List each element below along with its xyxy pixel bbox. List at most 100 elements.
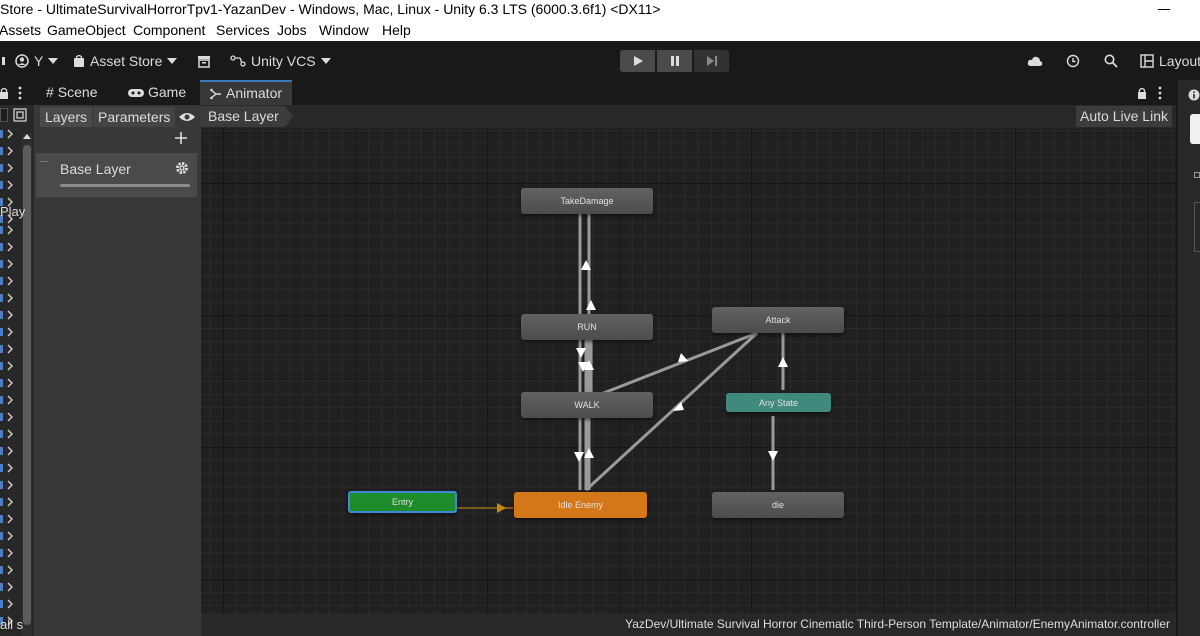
menu-services[interactable]: Services xyxy=(216,20,270,41)
package-icon[interactable] xyxy=(197,52,211,70)
inspector-field[interactable] xyxy=(1190,114,1200,144)
tab-layers[interactable]: Layers xyxy=(40,107,93,127)
hierarchy-row[interactable] xyxy=(0,561,16,578)
chevron-right-icon xyxy=(0,531,13,541)
chevron-right-icon xyxy=(0,599,13,609)
hierarchy-row[interactable] xyxy=(0,306,16,323)
chevron-right-icon xyxy=(0,344,13,354)
hierarchy-row[interactable] xyxy=(0,442,16,459)
hierarchy-row[interactable] xyxy=(0,176,16,193)
tab-scene[interactable]: # Scene xyxy=(36,80,108,105)
hierarchy-row[interactable] xyxy=(0,159,16,176)
hierarchy-row[interactable] xyxy=(0,272,16,289)
chevron-down-icon xyxy=(167,58,178,64)
hierarchy-row[interactable] xyxy=(0,357,16,374)
hierarchy-row[interactable] xyxy=(0,578,16,595)
hierarchy-row[interactable] xyxy=(0,221,16,238)
auto-live-link-button[interactable]: Auto Live Link xyxy=(1076,106,1172,127)
lock-icon[interactable] xyxy=(1138,86,1148,102)
search-field[interactable] xyxy=(0,108,8,122)
chevron-down-icon xyxy=(48,58,59,64)
chevron-right-icon xyxy=(0,463,13,473)
hierarchy-row[interactable] xyxy=(0,142,16,159)
hierarchy-row[interactable] xyxy=(0,459,16,476)
state-takedamage[interactable]: TakeDamage xyxy=(521,188,653,214)
more-options-icon[interactable] xyxy=(1158,86,1162,103)
chevron-right-icon xyxy=(0,293,13,303)
search-icon[interactable] xyxy=(1104,52,1118,70)
menu-gameobject[interactable]: GameObject xyxy=(47,20,126,41)
history-icon[interactable] xyxy=(1066,52,1080,70)
layers-panel: Layers Parameters Base Layer xyxy=(34,105,201,636)
layout-dropdown[interactable]: Layout xyxy=(1140,52,1200,70)
state-attack[interactable]: Attack xyxy=(712,307,844,333)
inspector-section xyxy=(1194,202,1200,252)
inspector-panel xyxy=(1176,80,1200,636)
menu-assets[interactable]: Assets xyxy=(0,20,41,41)
state-die[interactable]: die xyxy=(712,492,844,518)
menu-jobs[interactable]: Jobs xyxy=(277,20,307,41)
chevron-right-icon xyxy=(0,565,13,575)
transition-arrow-icon xyxy=(778,357,788,367)
menu-component[interactable]: Component xyxy=(133,20,205,41)
asset-store-dropdown[interactable]: Asset Store xyxy=(73,52,178,70)
hierarchy-row[interactable] xyxy=(0,255,16,272)
tab-parameters[interactable]: Parameters xyxy=(93,107,176,127)
more-options-icon[interactable] xyxy=(18,86,22,103)
hierarchy-row[interactable] xyxy=(0,510,16,527)
unity-vcs-dropdown[interactable]: Unity VCS xyxy=(230,52,331,70)
info-icon[interactable] xyxy=(1188,88,1200,106)
tab-animator[interactable]: Animator xyxy=(200,80,293,105)
transition-lines xyxy=(457,213,788,513)
chevron-right-icon xyxy=(0,129,13,139)
menu-help[interactable]: Help xyxy=(382,20,411,41)
hierarchy-row[interactable] xyxy=(0,125,16,142)
hierarchy-panel: Play all s xyxy=(0,105,34,636)
hierarchy-row[interactable] xyxy=(0,323,16,340)
gear-icon[interactable] xyxy=(175,161,189,180)
play-controls xyxy=(620,50,729,72)
hierarchy-row[interactable] xyxy=(0,595,16,612)
step-button[interactable] xyxy=(694,50,729,72)
account-dropdown[interactable]: Y xyxy=(15,52,59,70)
animator-graph[interactable]: TakeDamage RUN Attack WALK Any State Ent… xyxy=(201,128,1176,613)
breadcrumb[interactable]: Base Layer xyxy=(201,106,293,127)
eye-icon[interactable] xyxy=(179,110,195,128)
menu-window[interactable]: Window xyxy=(319,20,369,41)
chevron-down-icon xyxy=(320,58,331,64)
state-run[interactable]: RUN xyxy=(521,314,653,340)
pause-button[interactable] xyxy=(657,50,692,72)
transition-line[interactable] xyxy=(595,331,758,398)
hierarchy-row[interactable] xyxy=(0,425,16,442)
hierarchy-row[interactable] xyxy=(0,289,16,306)
chevron-right-icon xyxy=(0,514,13,524)
state-walk[interactable]: WALK xyxy=(521,392,653,418)
layer-weight-slider[interactable] xyxy=(60,184,190,187)
cloud-icon[interactable] xyxy=(1027,52,1043,70)
state-any-state[interactable]: Any State xyxy=(726,393,831,412)
tab-game-label: Game xyxy=(148,84,187,100)
hierarchy-row[interactable] xyxy=(0,340,16,357)
lock-icon[interactable] xyxy=(0,86,10,102)
hierarchy-row[interactable] xyxy=(0,238,16,255)
minimize-icon[interactable] xyxy=(1158,9,1170,10)
hierarchy-row[interactable] xyxy=(0,493,16,510)
hierarchy-row[interactable] xyxy=(0,476,16,493)
hierarchy-row[interactable] xyxy=(0,391,16,408)
hierarchy-row[interactable] xyxy=(0,527,16,544)
hierarchy-row[interactable] xyxy=(0,374,16,391)
drag-handle-icon[interactable] xyxy=(40,161,48,162)
account-label: Y xyxy=(34,53,44,69)
add-layer-button[interactable] xyxy=(174,131,188,150)
animator-breadcrumb-bar: Base Layer Auto Live Link xyxy=(201,105,1176,128)
state-entry[interactable]: Entry xyxy=(348,491,457,513)
layer-item-base[interactable]: Base Layer xyxy=(36,153,197,197)
chevron-right-icon xyxy=(0,497,13,507)
hierarchy-row[interactable] xyxy=(0,408,16,425)
hierarchy-row[interactable] xyxy=(0,544,16,561)
checkbox[interactable] xyxy=(1194,172,1200,178)
tab-game[interactable]: Game xyxy=(118,80,196,105)
state-idle-enemy[interactable]: Idle Enemy xyxy=(514,492,647,518)
transform-tool-icon[interactable] xyxy=(2,52,8,70)
play-button[interactable] xyxy=(620,50,655,72)
